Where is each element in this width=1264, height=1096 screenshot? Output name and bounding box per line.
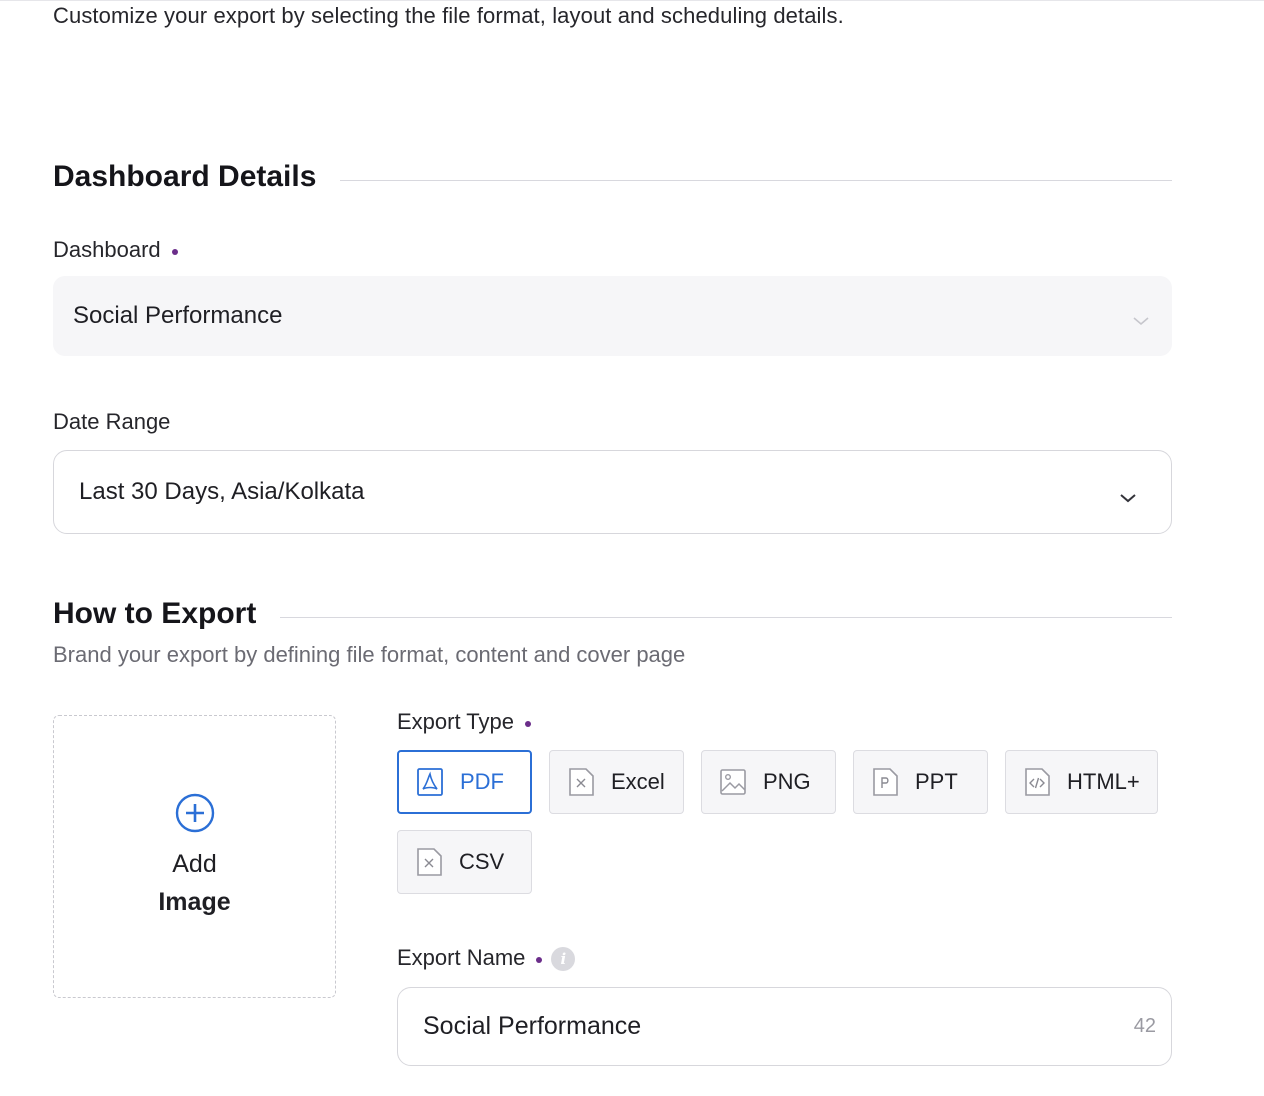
- pdf-file-icon: [416, 767, 444, 797]
- add-circle-icon: [175, 793, 215, 838]
- required-indicator: [525, 720, 531, 727]
- character-count: 42: [1133, 1015, 1156, 1037]
- export-type-pdf[interactable]: PDF: [397, 750, 532, 814]
- top-divider: [0, 0, 1264, 1]
- dashboard-select[interactable]: Social Performance: [53, 276, 1172, 356]
- export-type-html[interactable]: HTML+: [1005, 750, 1158, 814]
- add-image-label-line2: Image: [158, 888, 231, 916]
- export-name-label: Export Name i: [397, 945, 576, 971]
- add-image-label-line1: Add: [172, 850, 217, 878]
- export-type-label: Excel: [611, 769, 665, 794]
- ppt-file-icon: [871, 767, 899, 797]
- export-type-label: PPT: [915, 769, 958, 794]
- export-type-png[interactable]: PNG: [701, 750, 836, 814]
- date-range-select[interactable]: Last 30 Days, Asia/Kolkata: [53, 450, 1172, 534]
- export-type-label: PNG: [763, 769, 811, 794]
- date-range-select-value: Last 30 Days, Asia/Kolkata: [79, 478, 365, 505]
- export-type-label: HTML+: [1067, 769, 1140, 794]
- date-range-label-text: Date Range: [53, 409, 171, 434]
- excel-file-icon: [567, 767, 595, 797]
- info-icon[interactable]: i: [551, 947, 576, 971]
- image-file-icon: [719, 767, 747, 797]
- export-type-csv[interactable]: CSV: [397, 830, 532, 894]
- export-name-label-text: Export Name: [397, 945, 526, 970]
- add-image-dropzone[interactable]: Add Image: [53, 715, 336, 998]
- export-type-label-text: Export Type: [397, 709, 514, 734]
- export-name-value: Social Performance: [423, 1012, 642, 1040]
- section-divider: [280, 616, 1172, 618]
- export-type-label: PDF: [460, 769, 504, 794]
- section-subtitle: Brand your export by defining file forma…: [53, 642, 686, 667]
- required-indicator: [536, 956, 543, 963]
- section-heading: How to Export: [53, 597, 257, 630]
- section-divider: [340, 179, 1172, 181]
- required-indicator: [171, 248, 178, 255]
- export-type-ppt[interactable]: PPT: [853, 750, 988, 814]
- date-range-label: Date Range: [53, 409, 170, 435]
- dashboard-select-value: Social Performance: [73, 302, 283, 329]
- intro-text: Customize your export by selecting the f…: [53, 3, 844, 28]
- csv-file-icon: [415, 847, 443, 877]
- section-how-to-export: How to Export: [53, 597, 1172, 631]
- export-type-label: Export Type: [397, 709, 531, 735]
- dashboard-label: Dashboard: [53, 237, 178, 263]
- section-heading: Dashboard Details: [53, 160, 317, 193]
- html-file-icon: [1023, 767, 1051, 797]
- dashboard-label-text: Dashboard: [53, 237, 161, 262]
- chevron-down-icon: [1119, 483, 1137, 511]
- section-dashboard-details: Dashboard Details: [53, 160, 1172, 194]
- export-type-excel[interactable]: Excel: [549, 750, 684, 814]
- chevron-down-icon: [1132, 306, 1150, 334]
- export-name-input[interactable]: Social Performance 42: [397, 987, 1172, 1066]
- export-type-label: CSV: [459, 849, 505, 874]
